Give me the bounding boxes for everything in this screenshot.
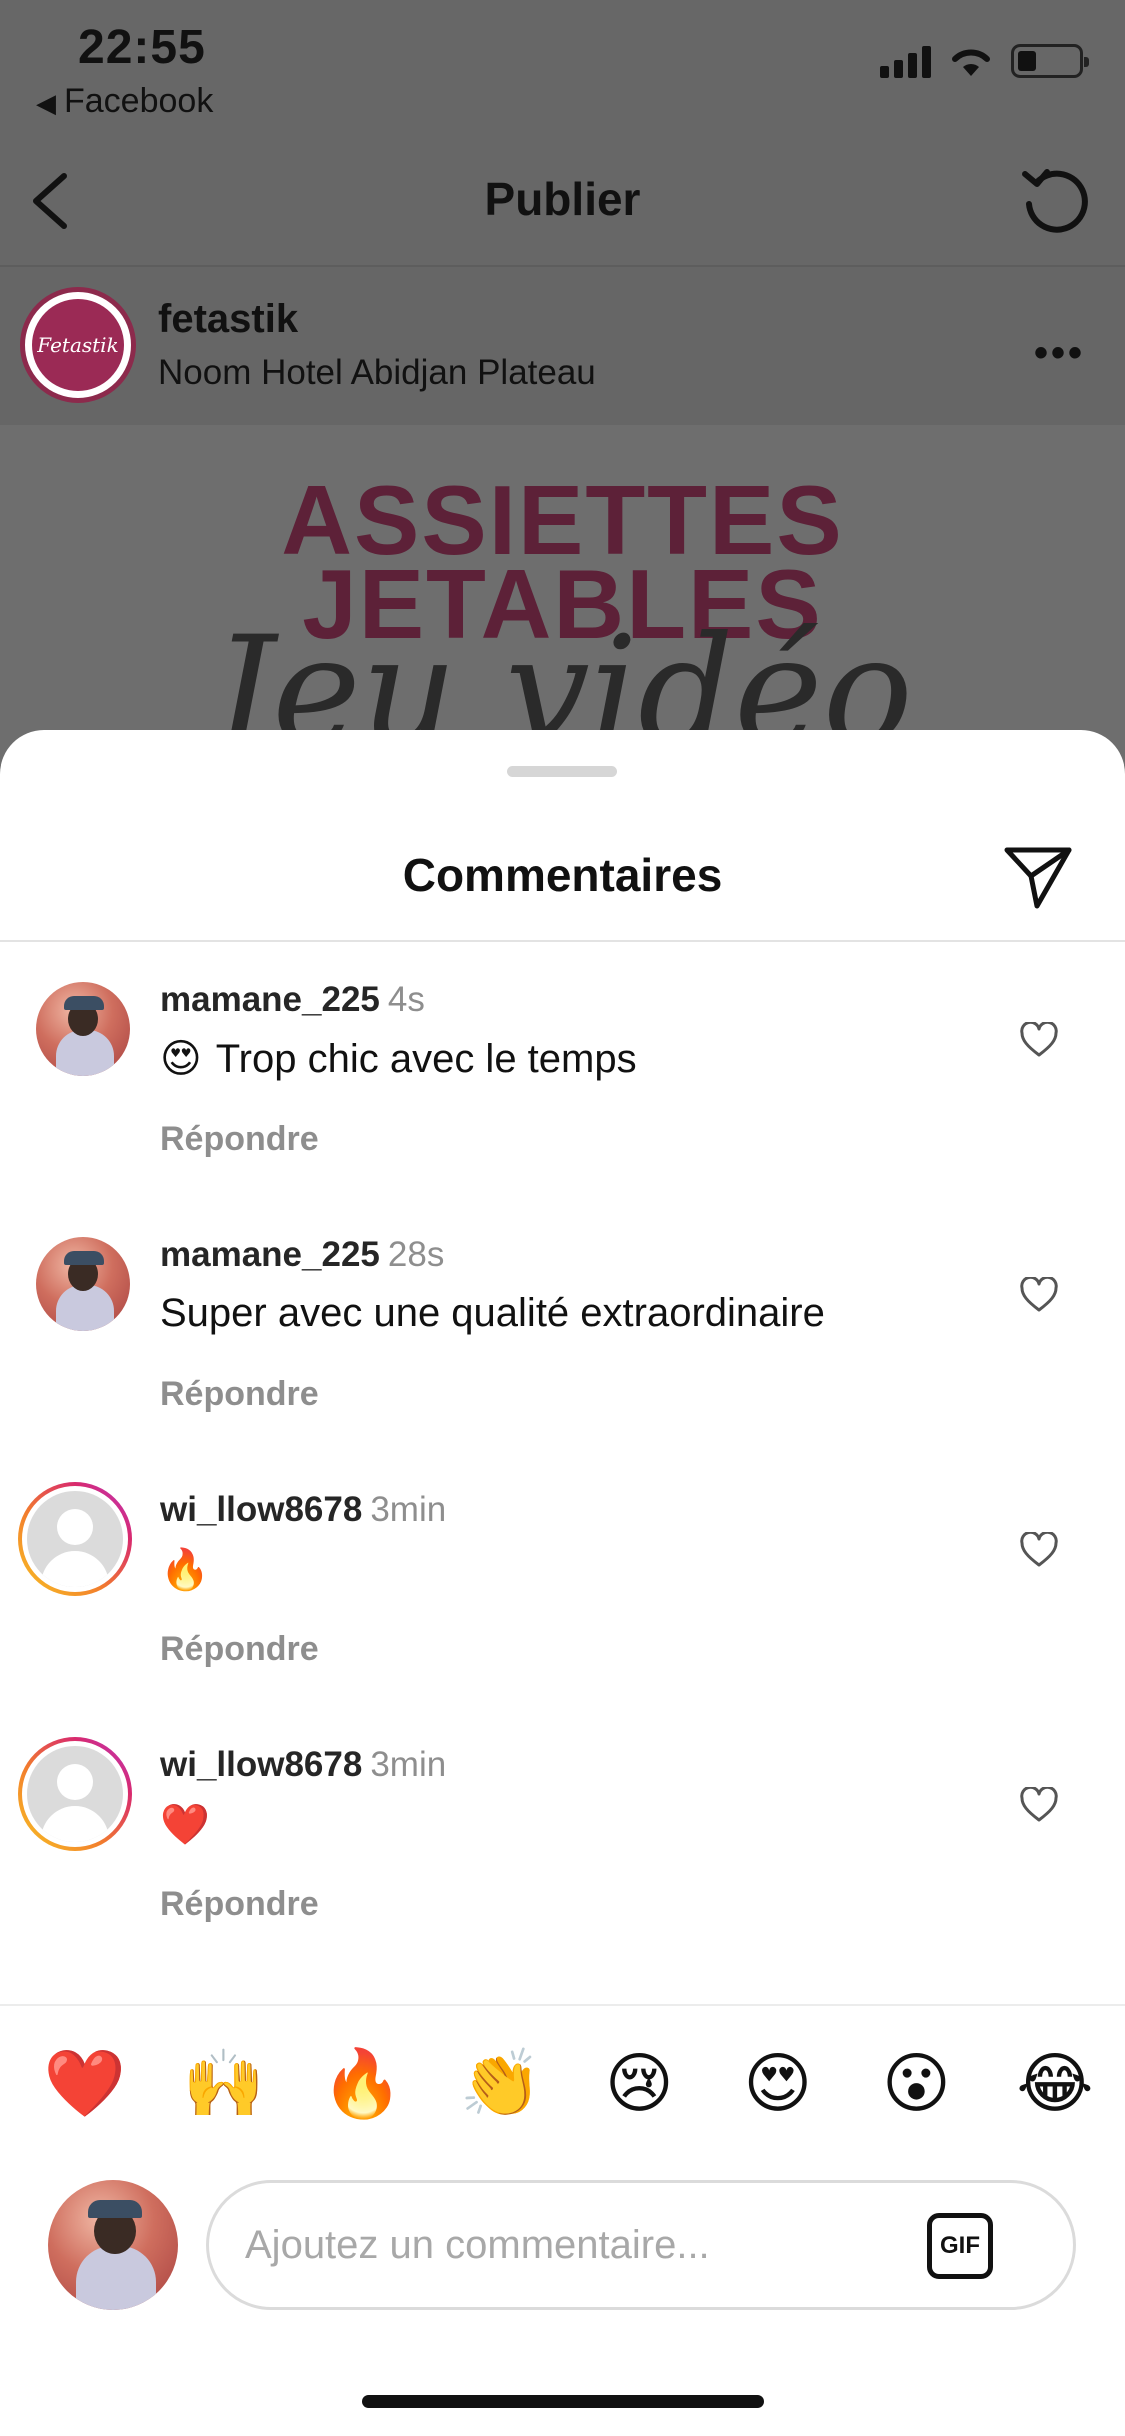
comment-composer[interactable]: GIF: [206, 2180, 1076, 2310]
comment-avatar[interactable]: [36, 1237, 130, 1331]
current-user-avatar: [48, 2180, 178, 2310]
sheet-title: Commentaires: [402, 849, 723, 901]
heart-icon[interactable]: [1019, 1787, 1059, 1823]
reaction-laughing[interactable]: 😂: [1010, 2050, 1100, 2116]
comment-text: Super avec une qualité extraordinaire: [160, 1291, 825, 1336]
wifi-icon: [952, 49, 990, 76]
battery-icon: [1011, 44, 1089, 78]
default-avatar-icon: [27, 1491, 123, 1587]
back-app-label: Facebook: [64, 82, 214, 120]
comment-body: Super avec une qualité extraordinaire: [160, 1291, 825, 1335]
back-triangle-icon: ◀: [36, 88, 56, 118]
heart-icon[interactable]: [1019, 1022, 1059, 1058]
quick-reactions-bar: ❤️ 🙌 🔥 👏 😢 😍 😮 😂: [40, 2050, 1100, 2116]
comment-timestamp: 3min: [370, 1490, 447, 1529]
comment-body: Trop chic avec le temps: [215, 1036, 637, 1081]
page-title: Publier: [484, 173, 641, 225]
post-location[interactable]: Noom Hotel Abidjan Plateau: [158, 353, 596, 393]
comment-emoji: 😍: [160, 1037, 202, 1081]
sheet-drag-handle[interactable]: [507, 766, 617, 777]
gif-button[interactable]: GIF: [927, 2213, 993, 2279]
comment-avatar[interactable]: [18, 1737, 132, 1851]
send-icon[interactable]: [1001, 842, 1075, 912]
comment-item: mamane_225 28s Super avec une qualité ext…: [0, 1197, 1125, 1452]
comment-avatar[interactable]: [36, 982, 130, 1076]
comment-timestamp: 4s: [387, 980, 425, 1019]
comment-timestamp: 3min: [370, 1745, 447, 1784]
reaction-fire[interactable]: 🔥: [317, 2050, 407, 2116]
heart-icon[interactable]: [1019, 1532, 1059, 1568]
reaction-surprised[interactable]: 😮: [871, 2050, 961, 2116]
comment-text: ❤️: [160, 1801, 210, 1848]
post-author-username[interactable]: fetastik: [158, 297, 298, 342]
post-author-avatar[interactable]: Fetastik: [20, 287, 136, 403]
comment-text: 😍 Trop chic avec le temps: [160, 1036, 637, 1082]
post-author-logo: Fetastik: [32, 299, 124, 391]
comment-avatar[interactable]: [18, 1482, 132, 1596]
comment-item: wi_llow8678 3min 🔥 Répondre: [0, 1452, 1125, 1707]
status-time: 22:55: [78, 21, 206, 74]
comment-emoji: 🔥: [160, 1548, 210, 1592]
comment-input[interactable]: [245, 2209, 885, 2281]
comment-timestamp: 28s: [387, 1235, 445, 1274]
reply-button[interactable]: Répondre: [160, 1630, 319, 1669]
home-indicator[interactable]: [362, 2395, 764, 2408]
reaction-raised-hands[interactable]: 🙌: [179, 2050, 269, 2116]
reactions-divider: [0, 2004, 1125, 2006]
default-avatar-icon: [27, 1746, 123, 1842]
reply-button[interactable]: Répondre: [160, 1120, 319, 1159]
reply-button[interactable]: Répondre: [160, 1375, 319, 1414]
comment-emoji: ❤️: [160, 1803, 210, 1847]
reaction-heart[interactable]: ❤️: [40, 2050, 130, 2116]
top-nav-bar: Publier: [0, 150, 1125, 265]
back-to-app-link[interactable]: ◀ Facebook: [36, 82, 213, 121]
reaction-clap[interactable]: 👏: [456, 2050, 546, 2116]
status-indicators: [880, 44, 1089, 78]
background-app: 22:55 ◀ Facebook Publier Fetastik fetast…: [0, 0, 1125, 765]
more-options-icon[interactable]: •••: [1034, 331, 1085, 376]
comment-username[interactable]: mamane_225 28s: [160, 1235, 444, 1275]
comment-username[interactable]: mamane_225 4s: [160, 980, 425, 1020]
post-header: Fetastik fetastik Noom Hotel Abidjan Pla…: [0, 267, 1125, 425]
reply-button[interactable]: Répondre: [160, 1885, 319, 1924]
comment-username[interactable]: wi_llow8678 3min: [160, 1490, 446, 1530]
reaction-heart-eyes[interactable]: 😍: [733, 2050, 823, 2116]
refresh-icon[interactable]: [1015, 160, 1095, 240]
comment-item: mamane_225 4s 😍 Trop chic avec le temps Ré…: [0, 942, 1125, 1197]
comment-text: 🔥: [160, 1546, 210, 1593]
comments-sheet: Commentaires mamane_225 4s 😍 Trop chic ave…: [0, 730, 1125, 2436]
status-bar: 22:55 ◀ Facebook: [0, 0, 1125, 130]
comment-item: wi_llow8678 3min ❤️ Répondre: [0, 1707, 1125, 1962]
cellular-signal-icon: [880, 44, 931, 78]
comment-username[interactable]: wi_llow8678 3min: [160, 1745, 446, 1785]
reaction-crying[interactable]: 😢: [594, 2050, 684, 2116]
heart-icon[interactable]: [1019, 1277, 1059, 1313]
post-image: ASSIETTES JETABLES Jeu vidéo: [0, 425, 1125, 765]
